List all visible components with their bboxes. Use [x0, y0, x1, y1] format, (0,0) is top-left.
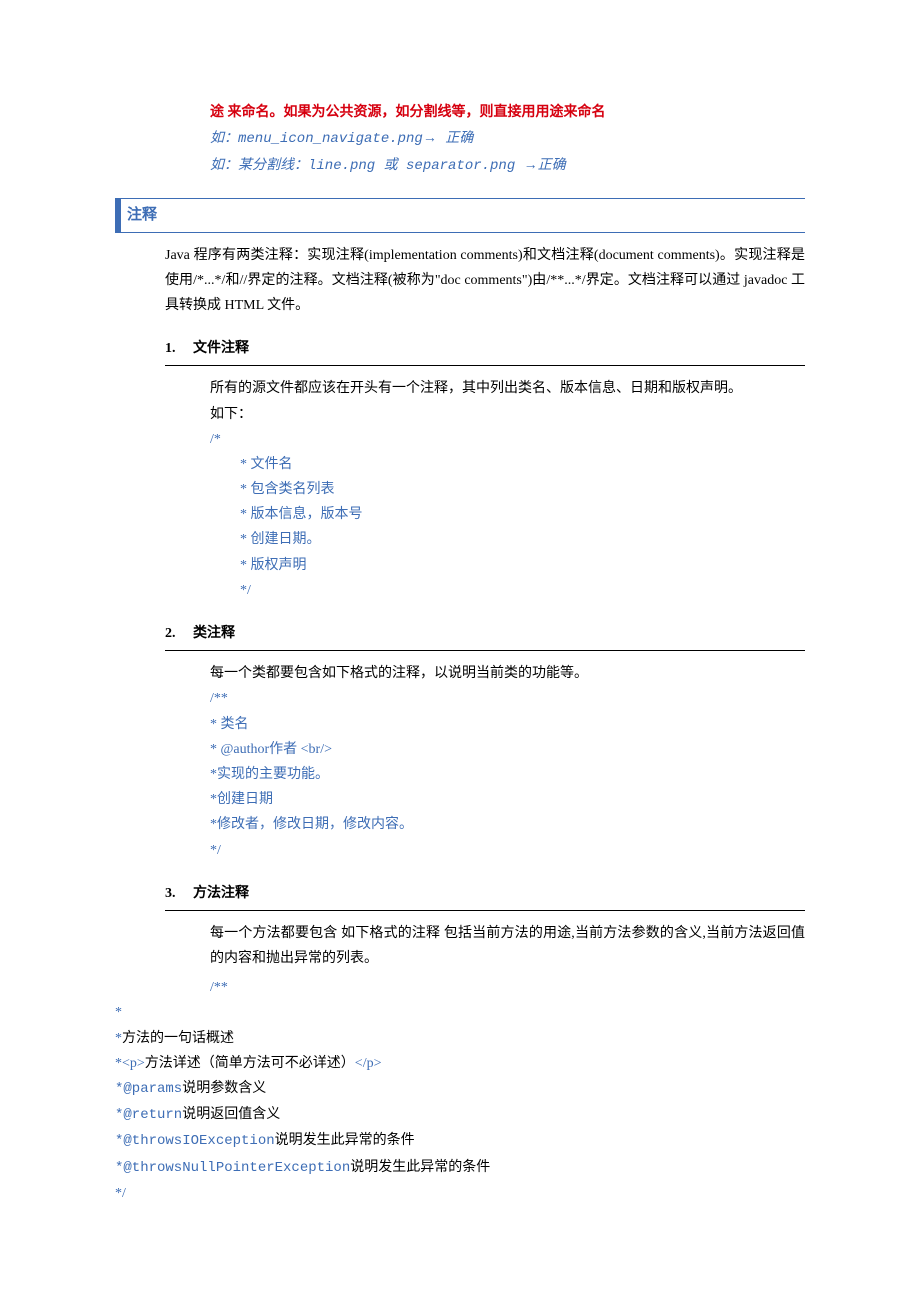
sub2-code-line: * 类名: [210, 712, 805, 737]
sub1-number: 1.: [165, 336, 193, 361]
code-suffix: </p>: [355, 1056, 382, 1071]
sub3-code-line: *@return说明返回值含义: [115, 1102, 805, 1128]
sub1-code-open: /*: [210, 427, 805, 452]
example2-suffix: 正确: [538, 158, 566, 174]
arrow-icon: →: [423, 129, 437, 145]
code-prefix: *<p>: [115, 1056, 145, 1071]
sub2-code-line: * @author作者 <br/>: [210, 737, 805, 762]
arrow-icon: →: [524, 156, 538, 172]
example1-suffix: 正确: [437, 131, 473, 147]
code-text: 说明发生此异常的条件: [275, 1133, 415, 1148]
sub1-code-line: * 文件名: [240, 452, 805, 477]
sub1-code-line: * 包含类名列表: [240, 477, 805, 502]
sub1-code-line: * 版本信息，版本号: [240, 502, 805, 527]
code-prefix: *@throwsIOException: [115, 1133, 275, 1149]
sub1-desc1: 所有的源文件都应该在开头有一个注释，其中列出类名、版本信息、日期和版权声明。: [210, 376, 805, 401]
sub2-code-open: /**: [210, 686, 805, 711]
sub2-code-close: */: [210, 838, 805, 863]
sub1-code-line: * 版权声明: [240, 553, 805, 578]
sub3-code-close: */: [115, 1181, 805, 1206]
sub3-number: 3.: [165, 881, 193, 906]
sub2-code-line: *修改者，修改日期，修改内容。: [210, 812, 805, 837]
code-text: 方法的一句话概述: [122, 1031, 234, 1046]
subheading-method-comment: 3.方法注释: [165, 881, 805, 911]
example1-text: 如：menu_icon_navigate.png: [210, 131, 423, 147]
sub3-code-line: *方法的一句话概述: [115, 1026, 805, 1051]
sub3-code-line: *@throwsNullPointerException说明发生此异常的条件: [115, 1155, 805, 1181]
sub2-code-line: *实现的主要功能。: [210, 762, 805, 787]
sub2-title: 类注释: [193, 626, 235, 641]
naming-example-1: 如：menu_icon_navigate.png→ 正确: [210, 125, 805, 152]
section-title: 注释: [127, 199, 157, 232]
section-intro: Java 程序有两类注释：实现注释(implementation comment…: [165, 243, 805, 319]
sub1-code-line: * 创建日期。: [240, 527, 805, 552]
naming-rule-red: 途 来命名。如果为公共资源，如分割线等，则直接用用途来命名: [210, 100, 805, 125]
sub2-code-line: *创建日期: [210, 787, 805, 812]
example2-text: 如：某分割线：line.png 或 separator.png: [210, 158, 524, 174]
code-prefix: *@params: [115, 1081, 182, 1097]
subheading-class-comment: 2.类注释: [165, 621, 805, 651]
sub1-title: 文件注释: [193, 341, 249, 356]
sub3-desc: 每一个方法都要包含 如下格式的注释 包括当前方法的用途,当前方法参数的含义,当前…: [210, 921, 805, 971]
code-text: 说明发生此异常的条件: [350, 1160, 490, 1175]
sub3-code-line: *@throwsIOException说明发生此异常的条件: [115, 1128, 805, 1154]
code-prefix: *@return: [115, 1107, 182, 1123]
code-text: 方法详述（简单方法可不必详述）: [145, 1056, 355, 1071]
sub3-title: 方法注释: [193, 886, 249, 901]
sub1-code-close: */: [240, 578, 805, 603]
section-header-comments: 注释: [115, 198, 805, 233]
code-text: 说明参数含义: [182, 1081, 266, 1096]
code-text: 说明返回值含义: [182, 1107, 280, 1122]
code-prefix: *@throwsNullPointerException: [115, 1160, 350, 1176]
header-bar-icon: [115, 199, 121, 232]
sub2-number: 2.: [165, 621, 193, 646]
sub3-code-line: *@params说明参数含义: [115, 1076, 805, 1102]
naming-example-2: 如：某分割线：line.png 或 separator.png →正确: [210, 152, 805, 179]
sub3-code-line: *: [115, 1000, 805, 1025]
code-prefix: *: [115, 1031, 122, 1046]
document-page: 途 来命名。如果为公共资源，如分割线等，则直接用用途来命名 如：menu_ico…: [0, 0, 920, 1306]
sub3-code-line: *<p>方法详述（简单方法可不必详述）</p>: [115, 1051, 805, 1076]
sub2-desc: 每一个类都要包含如下格式的注释，以说明当前类的功能等。: [210, 661, 805, 686]
subheading-file-comment: 1.文件注释: [165, 336, 805, 366]
sub3-code-open: /**: [210, 975, 805, 1000]
sub1-desc2: 如下：: [210, 402, 805, 427]
